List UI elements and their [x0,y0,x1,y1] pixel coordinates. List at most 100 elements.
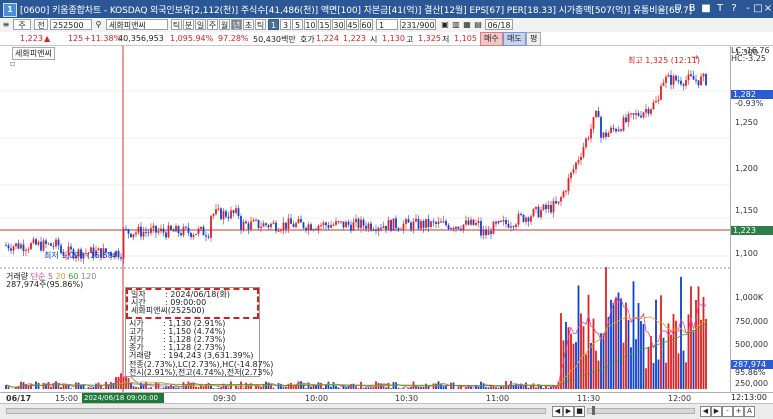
candle-body [383,226,385,228]
mode-select[interactable]: 전 [34,19,48,30]
unit-input[interactable]: 1 [376,19,398,30]
scroll-right-button[interactable]: ▶ [563,406,574,417]
lock-icon[interactable]: ▣ [440,19,450,30]
bid-price: 1,223 [343,34,366,43]
interval-15[interactable]: 15 [318,19,331,30]
zoom-out-button[interactable]: - [722,406,733,417]
date-field[interactable]: 06/18 [485,19,513,30]
period-second[interactable]: 초 [243,19,254,30]
candle-body [130,234,132,237]
period-week[interactable]: 주 [207,19,218,30]
interval-10[interactable]: 10 [304,19,317,30]
menu-icon[interactable]: ≡ [2,19,10,30]
book-icon[interactable]: B [686,2,698,15]
buy-button[interactable]: 매수 [480,32,503,46]
close-button[interactable]: × [762,2,773,15]
collapse-icon[interactable]: ▫ [10,59,15,68]
zoom-in-button[interactable]: + [733,406,744,417]
price-axis[interactable]: LC:-16.76 HC:-3.25 1,300 1,282 -0.93% 1,… [730,46,773,392]
type-select[interactable]: 주 [13,19,31,30]
volume-bar [540,386,542,389]
candle-body [238,208,240,216]
candle-body [638,113,640,116]
calendar-icon[interactable]: ▤ [473,19,483,30]
volume-bar [573,344,575,389]
candle-body [205,235,207,236]
candle-body [685,80,687,86]
candle-body [23,245,25,251]
auto-button[interactable]: A [744,406,755,417]
candle-body [353,222,355,231]
candle-body [405,219,407,224]
bars-icon[interactable]: ▥ [451,19,461,30]
candle-body [308,224,310,230]
candle-body [448,225,450,229]
candle-body [695,80,697,81]
count-field[interactable]: 231/900 [400,19,436,30]
candle-body [540,210,542,217]
zoom-track[interactable] [587,408,695,414]
title-bar: 1 [0600] 키움종합차트 - KOSDAQ 외국인보유[2,112(천)]… [0,0,773,18]
flat-button[interactable]: 평 [526,32,541,46]
volume-bar [638,303,640,389]
volume-tick-1000k: 1,000K [735,293,763,302]
candle-body [635,113,637,115]
prev-page-button[interactable]: ◀ [700,406,711,417]
candle-body [320,225,322,226]
candle-body [598,111,600,117]
amount-value: 50,430백만 [253,34,296,45]
candle-body [700,76,702,85]
candle-body [563,192,565,198]
period-day[interactable]: 일 [195,19,206,30]
candle-body [330,225,332,228]
palette-icon[interactable]: ■ [700,2,712,15]
search-icon[interactable]: ⚲ [94,19,103,30]
volume-bar [618,293,620,389]
code-input[interactable]: 252500 [50,19,92,30]
interval-3[interactable]: 3 [280,19,291,30]
help-icon[interactable]: ? [728,2,740,15]
period-tick[interactable]: 틱 [171,19,182,30]
scroll-track[interactable] [6,408,546,414]
chart-canvas[interactable] [0,46,730,392]
volume-bar [195,387,197,389]
interval-45[interactable]: 45 [346,19,359,30]
interval-5[interactable]: 5 [292,19,303,30]
interval-30[interactable]: 30 [332,19,345,30]
volume-bar [345,387,347,389]
scroll-left-button[interactable]: ◀ [552,406,563,417]
candle-body [543,205,545,210]
chart-area[interactable]: 세화피앤씨 ▫ 최고 1,325 (12:11) → 최저 1,098 (15:… [0,46,730,392]
candle-body [303,222,305,227]
candle-body [195,234,197,235]
zoom-thumb[interactable] [592,406,595,415]
period-year[interactable]: 년 [231,19,242,30]
volume-bar [513,386,515,389]
next-page-button[interactable]: ▶ [711,406,722,417]
interval-1[interactable]: 1 [268,19,279,30]
period-month[interactable]: 월 [219,19,230,30]
stop-button[interactable]: ■ [574,406,585,417]
stock-name-field[interactable]: 세화피앤씨 [106,19,168,30]
interval-60[interactable]: 60 [360,19,373,30]
candle-body [395,218,397,228]
sell-button[interactable]: 매도 [503,32,526,46]
share-icon[interactable]: ㅁ [672,2,684,15]
ask-price: 1,224 [316,34,339,43]
quote-bar: 1,223 ▲ 125 +11.38% 40,356,953 1,095.94%… [0,32,773,46]
volume-bar [358,388,360,389]
volume-bar [660,295,662,389]
candle-body [393,218,395,230]
candle-body [478,221,480,223]
text-icon[interactable]: T [714,2,726,15]
period-minute[interactable]: 분 [183,19,194,30]
candle-body [545,205,547,209]
volume-bar [255,386,257,389]
candle-body [338,221,340,222]
volume-bar [585,354,587,389]
period-tick2[interactable]: 틱 [255,19,266,30]
grid-icon[interactable]: ▦ [462,19,472,30]
candle-body [340,221,342,222]
candle-body [480,221,482,235]
volume-bar [643,324,645,389]
